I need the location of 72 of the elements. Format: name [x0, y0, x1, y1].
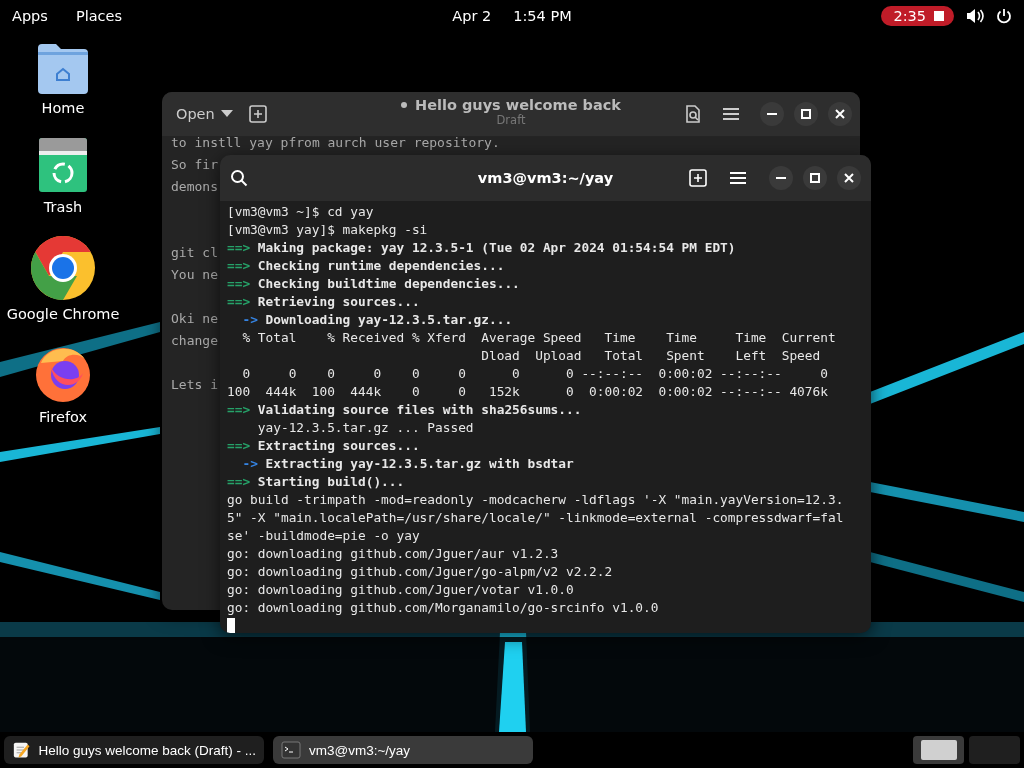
editor-text-line: demons	[171, 178, 218, 196]
new-tab-icon[interactable]	[248, 105, 267, 123]
maximize-icon	[801, 109, 811, 119]
window-title: Hello guys welcome back	[415, 97, 621, 113]
close-icon	[844, 173, 854, 183]
folder-icon	[36, 42, 90, 94]
terminal-line: ==> Extracting sources...	[227, 437, 421, 455]
maximize-button[interactable]	[803, 166, 827, 190]
date-label[interactable]: Apr 2	[452, 8, 492, 24]
window-subtitle: Draft	[496, 113, 526, 127]
window-title: vm3@vm3:~/yay	[477, 170, 614, 186]
notepad-icon	[12, 740, 31, 760]
power-icon[interactable]	[996, 8, 1012, 24]
terminal-line: ==> Checking runtime dependencies...	[227, 257, 506, 275]
terminal-line: go: downloading github.com/Jguer/go-alpm/v2 v2.2.2	[227, 563, 614, 581]
terminal-line: go: downloading github.com/Morganamilo/go-srcinfo v1.0.0	[227, 599, 660, 617]
close-button[interactable]	[828, 102, 852, 126]
editor-text-line: So fir	[171, 156, 218, 174]
desktop-icon-label[interactable]: Google Chrome	[6, 306, 120, 322]
minimize-button[interactable]	[760, 102, 784, 126]
terminal-icon	[281, 740, 301, 760]
terminal-line: -> Downloading yay-12.3.5.tar.gz...	[241, 311, 514, 329]
menu-icon[interactable]	[722, 107, 740, 121]
time-label[interactable]: 1:54 PM	[513, 8, 572, 24]
editor-text-line: git cl	[171, 244, 218, 262]
editor-text-line: change	[171, 332, 218, 350]
editor-text-line: Lets i	[171, 376, 218, 394]
recording-indicator[interactable]: 2:35	[881, 6, 954, 26]
desktop-icon-label[interactable]: Home	[41, 100, 85, 116]
terminal-line: 0 0 0 0 0 0 0 0 --:--:-- 0:00:02 --:--:-- 0	[241, 365, 829, 383]
browser-icon	[31, 236, 95, 300]
search-icon[interactable]	[230, 169, 248, 187]
editor-text-line: You ne	[171, 266, 218, 284]
trash-icon	[38, 137, 88, 193]
terminal-line: go build -trimpath -mod=readonly -modcacherw -ldflags '-X "main.yayVersion=12.3.	[227, 491, 845, 509]
terminal-line: [vm3@vm3 yay]$ makepkg -si	[227, 221, 429, 239]
terminal-line: se' -buildmode=pie -o yay	[227, 527, 421, 545]
close-button[interactable]	[837, 166, 861, 190]
minimize-button[interactable]	[769, 166, 793, 190]
minimize-icon	[776, 177, 786, 179]
editor-text-line: Oki ne	[171, 310, 218, 328]
terminal-line: ==> Making package: yay 12.3.5-1 (Tue 02 Apr 2024 01:54:54 PM EDT)	[227, 239, 737, 257]
terminal-line: yay-12.3.5.tar.gz ... Passed	[256, 419, 475, 437]
terminal-line: [vm3@vm3 ~]$ cd yay	[227, 203, 375, 221]
terminal-line: Dload Upload Total Spent Left Speed	[480, 347, 822, 365]
terminal-line: go: downloading github.com/Jguer/aur v1.2.3	[227, 545, 560, 563]
terminal-line: -> Extracting yay-12.3.5.tar.gz with bsdtar	[241, 455, 575, 473]
taskbar-window-button[interactable]: vm3@vm3:~/yay	[273, 736, 533, 764]
terminal-line: ==> Validating source files with sha256sums...	[227, 401, 583, 419]
editor-text-line: to instll yay pfrom aurch user repository.	[171, 136, 500, 152]
terminal-line: ==> Starting build()...	[227, 473, 406, 491]
caret-icon	[220, 110, 233, 118]
volume-icon[interactable]	[966, 8, 984, 24]
terminal-line: ==> Retrieving sources...	[227, 293, 421, 311]
open-button[interactable]: Open	[170, 102, 239, 126]
maximize-icon	[810, 173, 820, 183]
terminal-line: 5" -X "main.localePath=/usr/share/locale/" -linkmode=external -compressdwarf=fal	[227, 509, 845, 527]
workspace-button[interactable]	[913, 736, 964, 764]
close-icon	[835, 109, 845, 119]
top-menu[interactable]: Apps	[12, 8, 48, 24]
document-search-icon[interactable]	[684, 105, 702, 123]
taskbar-window-button[interactable]: Hello guys welcome back (Draft) - ...	[4, 736, 264, 764]
maximize-button[interactable]	[794, 102, 818, 126]
desktop-icon-label[interactable]: Trash	[43, 199, 83, 215]
top-menu[interactable]: Places	[75, 8, 122, 24]
terminal-line: ==> Checking buildtime dependencies...	[227, 275, 521, 293]
minimize-icon	[767, 113, 777, 115]
terminal-line: 100 444k 100 444k 0 0 152k 0 0:00:02 0:00:02 --:--:-- 4076k	[227, 383, 829, 401]
terminal-line: go: downloading github.com/Jguer/votar v1.0.0	[227, 581, 575, 599]
desktop-icon-label[interactable]: Firefox	[39, 409, 87, 425]
text-cursor	[227, 618, 235, 633]
terminal-line: % Total % Received % Xferd Average Speed Time Time Time Current	[241, 329, 837, 347]
